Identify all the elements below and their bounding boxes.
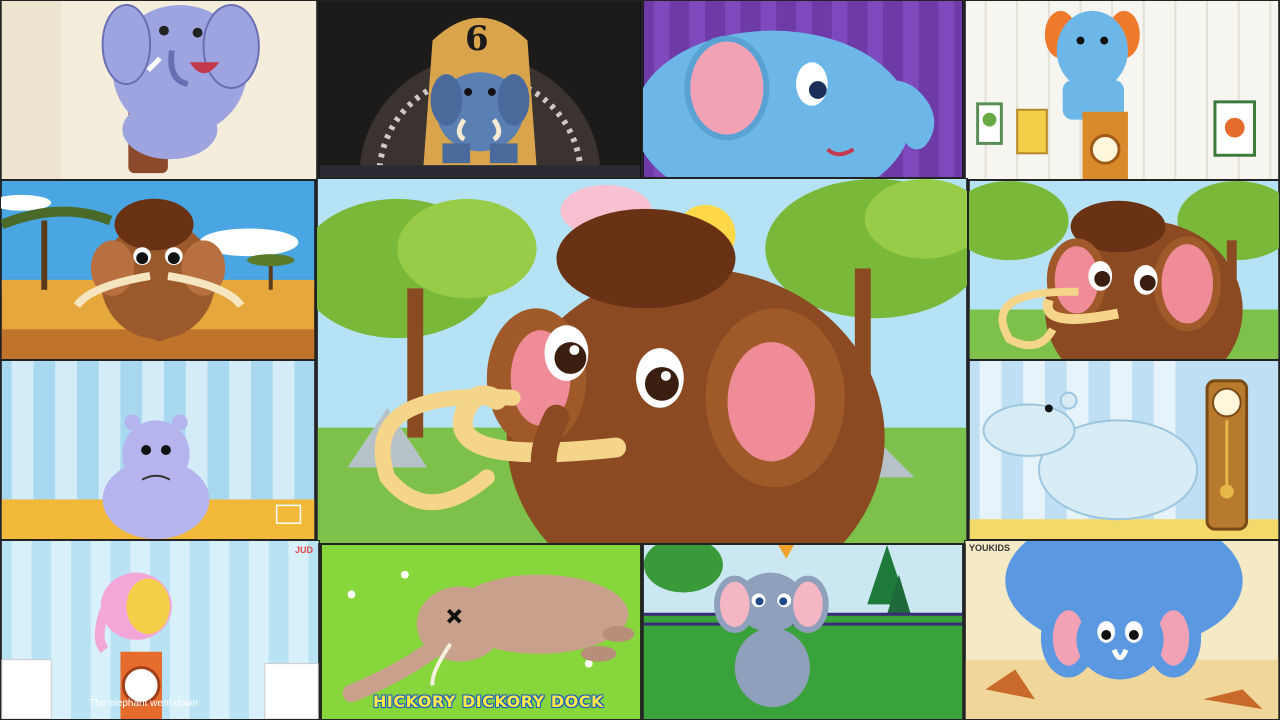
channel-logo: JUD	[294, 545, 313, 555]
tile-elephant-bell[interactable]: 6	[318, 0, 642, 178]
tile-elephant-lying-down[interactable]: HICKORY DICKORY DOCK	[320, 544, 642, 720]
mammoth-center-image	[317, 179, 967, 543]
tile-blue-elephant-upside-down[interactable]: YOUKIDS	[964, 540, 1280, 720]
mammoth-forest-image	[969, 181, 1279, 359]
blue-elephant-curtain-image	[643, 1, 963, 177]
hippo-clock-image	[969, 361, 1279, 539]
bell-number: 6	[465, 19, 489, 59]
pink-elephant-clock-image	[1, 541, 319, 719]
video-thumbnail-collage: 6 The elephant went down JUD HICKORY DIC…	[0, 0, 1280, 720]
lyric-caption: The elephant went down	[89, 698, 198, 709]
tile-blue-elephant-curtain[interactable]	[642, 0, 964, 178]
tile-hippo-clock[interactable]	[968, 360, 1280, 540]
tile-elephant-clock-nursery[interactable]	[964, 0, 1280, 180]
tile-mammoth-center[interactable]	[316, 178, 968, 544]
tile-elephant-suitcase[interactable]	[0, 0, 318, 180]
tile-baby-elephant-grass[interactable]	[642, 544, 964, 720]
blue-elephant-upside-down-image	[965, 541, 1279, 719]
channel-logo: YOUKIDS	[969, 543, 1011, 553]
tile-mammoth-forest[interactable]	[968, 180, 1280, 360]
hippo-stripes-image	[1, 361, 315, 539]
elephant-clock-nursery-image	[965, 1, 1279, 179]
baby-elephant-grass-image	[643, 545, 963, 719]
tile-pink-elephant-clock[interactable]: The elephant went down JUD	[0, 540, 320, 720]
tile-mammoth-savanna[interactable]	[0, 180, 316, 360]
mammoth-savanna-image	[1, 181, 315, 359]
song-title: HICKORY DICKORY DOCK	[373, 692, 604, 711]
tile-hippo-stripes[interactable]	[0, 360, 316, 540]
elephant-suitcase-image	[1, 1, 317, 179]
